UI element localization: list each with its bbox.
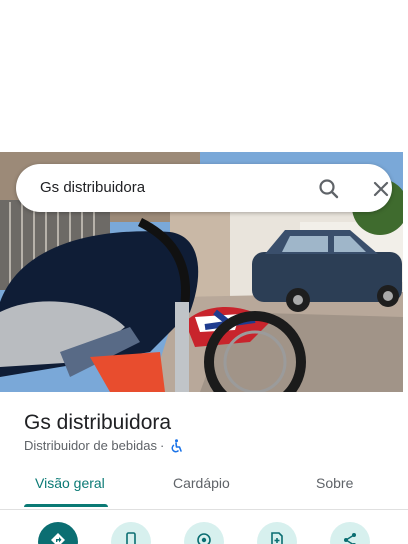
search-input[interactable]: Gs distribuidora [40,179,145,196]
place-title: Gs distribuidora [24,411,172,434]
search-icon[interactable] [316,176,342,202]
map-area-blank [0,0,408,152]
save-button[interactable] [257,522,297,544]
separator-dot: · [159,438,165,453]
search-bar[interactable]: Gs distribuidora [16,164,392,212]
directions-button[interactable] [38,522,78,544]
nearby-button[interactable] [184,522,224,544]
save-icon [271,532,283,544]
wheelchair-icon [169,438,183,453]
share-button[interactable] [330,522,370,544]
active-tab-indicator [24,504,108,507]
call-button[interactable] [111,522,151,544]
tab-overview[interactable]: Visão geral [35,475,105,491]
share-icon [344,533,356,544]
phone-icon [126,532,136,544]
place-subtitle: Distribuidor de bebidas · [24,438,183,453]
close-icon[interactable] [368,176,394,202]
tab-bar: Visão geral Cardápio Sobre [0,470,408,507]
place-info-panel: Gs distribuidora Distribuidor de bebidas… [0,392,408,544]
nearby-icon [197,533,211,544]
directions-icon [51,533,65,544]
tabs-divider [0,509,408,510]
place-category: Distribuidor de bebidas [24,438,157,453]
tab-about[interactable]: Sobre [316,475,353,491]
tab-menu[interactable]: Cardápio [173,475,230,491]
